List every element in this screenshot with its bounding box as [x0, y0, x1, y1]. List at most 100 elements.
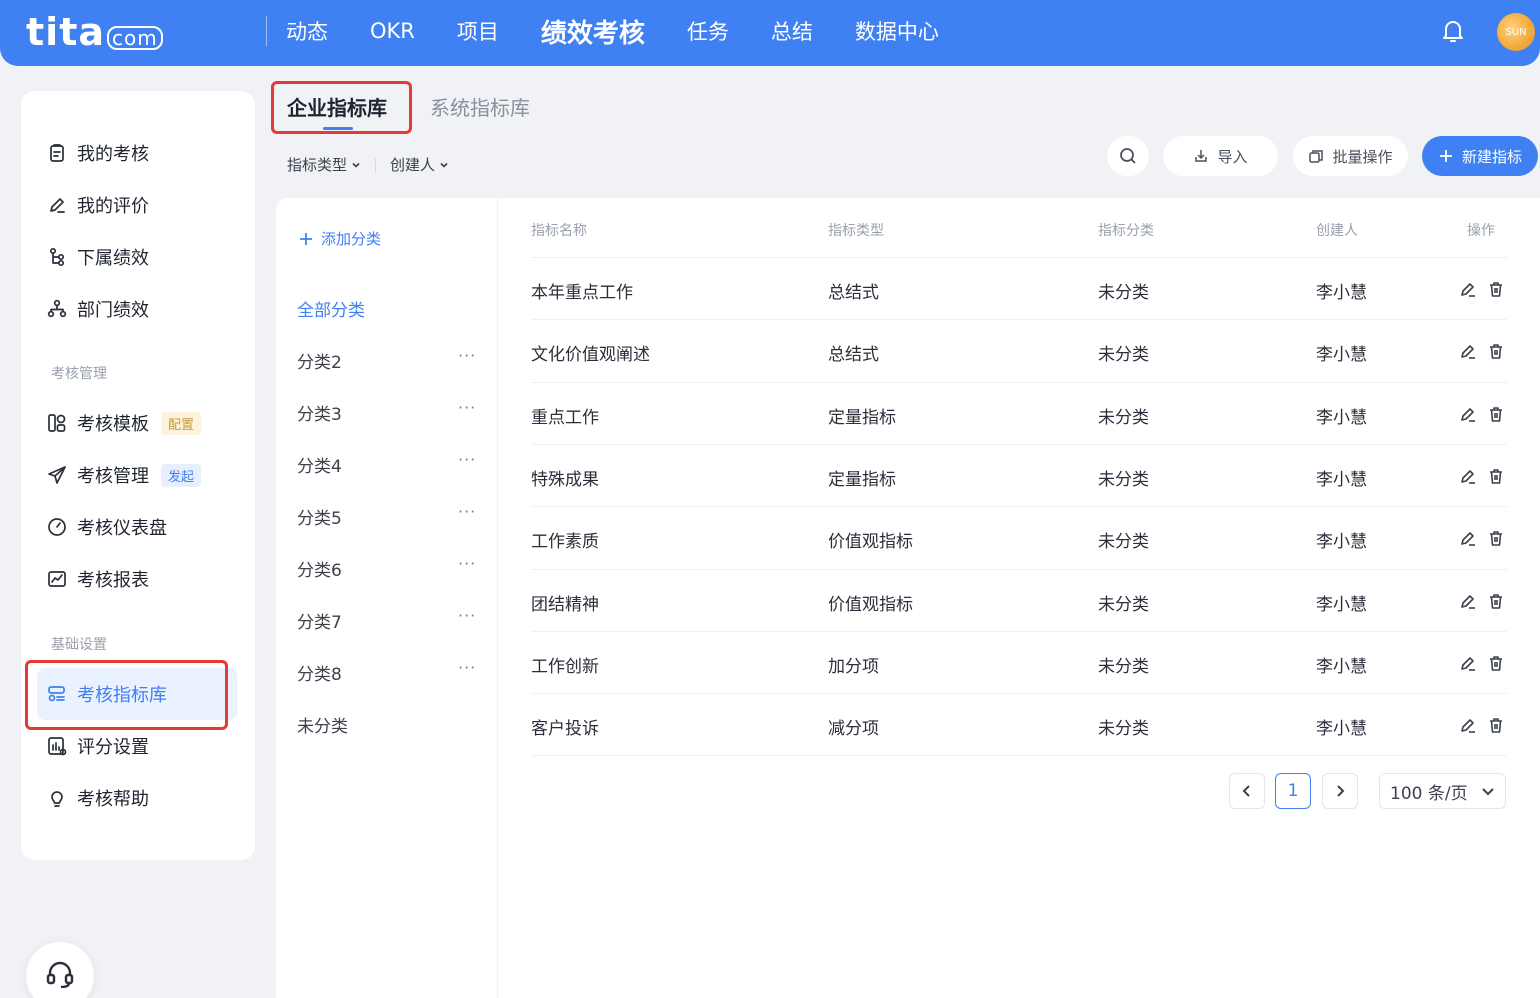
table-row[interactable]: 特殊成果 定量指标 未分类 李小慧: [531, 443, 1507, 506]
table-cell: 李小慧: [1316, 719, 1367, 740]
delete-icon[interactable]: [1487, 342, 1505, 360]
bell-icon[interactable]: [1441, 18, 1465, 44]
category-item[interactable]: 分类2: [297, 348, 342, 373]
page-number-button[interactable]: 1: [1275, 773, 1311, 809]
sidebar-item-label: 考核帮助: [77, 789, 149, 810]
edit-icon[interactable]: [1459, 467, 1477, 485]
table-row[interactable]: 客户投诉 减分项 未分类 李小慧: [531, 693, 1507, 755]
main-nav: 动态 OKR 项目 绩效考核 任务 总结 数据中心: [286, 0, 981, 62]
nav-item-0[interactable]: 动态: [286, 16, 328, 46]
org-tree-icon: [49, 247, 65, 267]
category-item[interactable]: 分类7: [297, 608, 342, 633]
page-size-select[interactable]: 100 条/页: [1379, 773, 1506, 809]
filter-creator-dropdown[interactable]: 创建人: [390, 154, 449, 175]
nav-item-4[interactable]: 任务: [687, 16, 729, 46]
edit-icon[interactable]: [1459, 405, 1477, 423]
table-row[interactable]: 团结精神 价值观指标 未分类 李小慧: [531, 568, 1507, 631]
prev-page-button[interactable]: [1229, 773, 1265, 809]
table-cell: 工作创新: [531, 656, 599, 677]
nav-item-2[interactable]: 项目: [457, 16, 499, 46]
nav-item-5[interactable]: 总结: [771, 16, 813, 46]
category-item[interactable]: 分类5: [297, 504, 342, 529]
sidebar-item-items_top-2[interactable]: 下属绩效: [47, 242, 149, 272]
table-cell: 价值观指标: [828, 532, 913, 553]
tita-logo[interactable]: tita com: [26, 10, 163, 54]
delete-icon[interactable]: [1487, 405, 1505, 423]
nav-item-6[interactable]: 数据中心: [855, 16, 939, 46]
sidebar: 我的考核 我的评价 下属绩效 部门绩效 考核模板 配置 考核管理 发起 考核仪表盘 考核报表 考核指…: [21, 91, 255, 860]
category-item[interactable]: 分类6: [297, 556, 342, 581]
plus-icon: [1439, 150, 1452, 162]
delete-icon[interactable]: [1487, 716, 1505, 734]
edit-icon[interactable]: [1459, 342, 1477, 360]
next-page-button[interactable]: [1322, 773, 1358, 809]
filter-separator: [375, 157, 377, 172]
table-header-cell: 指标名称: [531, 223, 587, 239]
category-more-button[interactable]: ···: [458, 554, 476, 573]
delete-icon[interactable]: [1487, 467, 1505, 485]
category-more-button[interactable]: ···: [458, 502, 476, 521]
sidebar-item-items_top-1[interactable]: 我的评价: [47, 190, 149, 220]
sidebar-item-items_top-3[interactable]: 部门绩效: [47, 294, 149, 324]
edit-icon[interactable]: [1459, 654, 1477, 672]
delete-icon[interactable]: [1487, 529, 1505, 547]
table-bottom-border: [531, 755, 1507, 757]
edit-icon[interactable]: [1459, 592, 1477, 610]
table-row[interactable]: 本年重点工作 总结式 未分类 李小慧: [531, 257, 1507, 319]
edit-icon[interactable]: [1459, 280, 1477, 298]
category-more-button[interactable]: ···: [458, 606, 476, 625]
sidebar-item-items_base-1[interactable]: 评分设置: [47, 731, 149, 761]
batch-icon: [1309, 150, 1324, 163]
sidebar-item-items_top-0[interactable]: 我的考核: [47, 138, 149, 168]
delete-icon[interactable]: [1487, 592, 1505, 610]
category-more-button[interactable]: ···: [458, 346, 476, 365]
category-uncategorized[interactable]: 未分类: [297, 712, 348, 737]
sidebar-item-label: 考核模板: [77, 414, 149, 435]
table-cell: 未分类: [1098, 345, 1149, 366]
table-row[interactable]: 工作创新 加分项 未分类 李小慧: [531, 630, 1507, 693]
category-all[interactable]: 全部分类: [297, 296, 365, 321]
table-cell: 李小慧: [1316, 469, 1367, 490]
report-icon: [48, 571, 66, 587]
sidebar-item-items_manage-1[interactable]: 考核管理 发起: [47, 460, 202, 490]
batch-operation-button[interactable]: 批量操作: [1293, 136, 1408, 176]
sidebar-item-items_manage-2[interactable]: 考核仪表盘: [47, 512, 167, 542]
category-item[interactable]: 分类4: [297, 452, 342, 477]
delete-icon[interactable]: [1487, 654, 1505, 672]
sidebar-item-items_manage-3[interactable]: 考核报表: [47, 564, 149, 594]
highlight-box-tab: [271, 81, 412, 134]
table-row[interactable]: 重点工作 定量指标 未分类 李小慧: [531, 381, 1507, 444]
nav-item-1[interactable]: OKR: [370, 19, 415, 43]
table-row[interactable]: 文化价值观阐述 总结式 未分类 李小慧: [531, 319, 1507, 381]
category-more-button[interactable]: ···: [458, 450, 476, 469]
create-indicator-button[interactable]: 新建指标: [1422, 136, 1538, 176]
sidebar-item-label: 我的考核: [77, 144, 149, 165]
table-cell: 文化价值观阐述: [531, 345, 650, 366]
category-more-button[interactable]: ···: [458, 658, 476, 677]
nav-item-3[interactable]: 绩效考核: [541, 13, 645, 50]
sidebar-item-items_manage-0[interactable]: 考核模板 配置: [47, 408, 202, 438]
sidebar-item-items_base-2[interactable]: 考核帮助: [47, 783, 149, 813]
table-row[interactable]: 工作素质 价值观指标 未分类 李小慧: [531, 506, 1507, 568]
filter-bar: 指标类型 创建人: [287, 154, 449, 175]
create-label: 新建指标: [1461, 147, 1522, 166]
customer-service-button[interactable]: [26, 942, 94, 998]
user-avatar[interactable]: SUN: [1497, 13, 1535, 51]
sidebar-item-label: 部门绩效: [77, 300, 149, 321]
sidebar-item-label: 评分设置: [77, 737, 149, 758]
category-item[interactable]: 分类3: [297, 400, 342, 425]
pen-icon: [50, 198, 65, 213]
search-button[interactable]: [1107, 136, 1149, 176]
edit-icon[interactable]: [1459, 716, 1477, 734]
add-category-button[interactable]: 添加分类: [298, 228, 381, 249]
category-more-button[interactable]: ···: [458, 398, 476, 417]
category-item[interactable]: 分类8: [297, 660, 342, 685]
filter-type-dropdown[interactable]: 指标类型: [287, 154, 361, 175]
gauge-icon: [48, 518, 66, 536]
delete-icon[interactable]: [1487, 280, 1505, 298]
import-button[interactable]: 导入: [1163, 136, 1278, 176]
add-category-label: 添加分类: [321, 230, 382, 248]
edit-icon[interactable]: [1459, 529, 1477, 547]
table-cell: 李小慧: [1316, 407, 1367, 428]
tab-system-library[interactable]: 系统指标库: [430, 92, 530, 121]
